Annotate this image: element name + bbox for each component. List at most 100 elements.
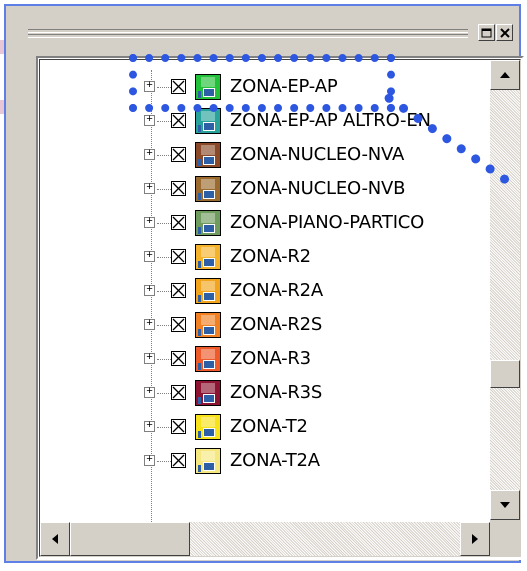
visibility-checkbox[interactable]	[171, 317, 186, 332]
visibility-checkbox[interactable]	[171, 79, 186, 94]
layer-color-swatch[interactable]	[195, 142, 221, 168]
layer-row[interactable]: + ZONA-R3	[40, 342, 500, 376]
expand-icon[interactable]: +	[144, 455, 155, 466]
layer-color-swatch[interactable]	[195, 74, 221, 100]
layer-row[interactable]: + ZONA-R2S	[40, 308, 500, 342]
checkbox-x-icon	[172, 216, 185, 229]
layer-tree: + ZONA-EP-AP + ZONA-EP-AP ALTRO-EN + ZONA-NUC…	[36, 56, 524, 560]
checkbox-x-icon	[172, 386, 185, 399]
layer-row[interactable]: + ZONA-EP-AP ALTRO-EN	[40, 104, 500, 138]
expand-icon[interactable]: +	[144, 421, 155, 432]
tree-branch	[157, 359, 171, 360]
tree-branch	[157, 427, 171, 428]
panel-grip[interactable]	[28, 26, 468, 40]
layer-row[interactable]: + ZONA-T2	[40, 410, 500, 444]
layer-color-swatch[interactable]	[195, 210, 221, 236]
checkbox-x-icon	[172, 352, 185, 365]
expand-icon[interactable]: +	[144, 149, 155, 160]
tree-branch	[157, 257, 171, 258]
layer-color-swatch[interactable]	[195, 346, 221, 372]
layer-color-swatch[interactable]	[195, 312, 221, 338]
visibility-checkbox[interactable]	[171, 283, 186, 298]
tree-branch	[157, 325, 171, 326]
expand-icon[interactable]: +	[144, 217, 155, 228]
checkbox-x-icon	[172, 114, 185, 127]
arrow-down-icon	[500, 502, 510, 508]
layer-row[interactable]: + ZONA-R3S	[40, 376, 500, 410]
layer-color-swatch[interactable]	[195, 244, 221, 270]
tree-branch	[157, 291, 171, 292]
layer-color-swatch[interactable]	[195, 448, 221, 474]
layer-color-swatch[interactable]	[195, 380, 221, 406]
layer-name[interactable]: ZONA-EP-AP ALTRO-EN	[230, 110, 431, 131]
scrollbar-corner	[490, 520, 520, 556]
layer-name[interactable]: ZONA-PIANO-PARTICO	[230, 212, 424, 233]
layer-name[interactable]: ZONA-EP-AP	[230, 76, 338, 97]
visibility-checkbox[interactable]	[171, 113, 186, 128]
visibility-checkbox[interactable]	[171, 181, 186, 196]
restore-icon	[481, 28, 492, 37]
layer-name[interactable]: ZONA-R3	[230, 348, 311, 369]
close-button[interactable]	[496, 24, 513, 41]
layer-name[interactable]: ZONA-NUCLEO-NVA	[230, 144, 404, 165]
layer-color-swatch[interactable]	[195, 414, 221, 440]
expand-icon[interactable]: +	[144, 353, 155, 364]
tree-branch	[157, 189, 171, 190]
checkbox-x-icon	[172, 182, 185, 195]
expand-icon[interactable]: +	[144, 183, 155, 194]
layer-color-swatch[interactable]	[195, 278, 221, 304]
visibility-checkbox[interactable]	[171, 351, 186, 366]
layer-name[interactable]: ZONA-R2	[230, 246, 311, 267]
checkbox-x-icon	[172, 250, 185, 263]
layer-color-swatch[interactable]	[195, 108, 221, 134]
layer-row[interactable]: + ZONA-T2A	[40, 444, 500, 478]
layer-row[interactable]: + ZONA-NUCLEO-NVB	[40, 172, 500, 206]
checkbox-x-icon	[172, 148, 185, 161]
expand-icon[interactable]: +	[144, 115, 155, 126]
arrow-up-icon	[500, 72, 510, 78]
visibility-checkbox[interactable]	[171, 215, 186, 230]
arrow-left-icon	[52, 534, 58, 544]
layer-row[interactable]: + ZONA-NUCLEO-NVA	[40, 138, 500, 172]
layer-row[interactable]: + ZONA-EP-AP	[40, 70, 500, 104]
layer-name[interactable]: ZONA-R2A	[230, 280, 323, 301]
scroll-down-button[interactable]	[490, 490, 520, 520]
layer-row[interactable]: + ZONA-R2A	[40, 274, 500, 308]
visibility-checkbox[interactable]	[171, 385, 186, 400]
layer-row[interactable]: + ZONA-R2	[40, 240, 500, 274]
visibility-checkbox[interactable]	[171, 249, 186, 264]
layer-row[interactable]: + ZONA-PIANO-PARTICO	[40, 206, 500, 240]
restore-button[interactable]	[478, 24, 495, 41]
tree-branch	[157, 121, 171, 122]
layer-name[interactable]: ZONA-T2A	[230, 450, 320, 471]
expand-icon[interactable]: +	[144, 251, 155, 262]
close-icon	[499, 27, 510, 38]
checkbox-x-icon	[172, 284, 185, 297]
horizontal-scroll-thumb[interactable]	[70, 522, 190, 556]
layer-color-swatch[interactable]	[195, 176, 221, 202]
checkbox-x-icon	[172, 454, 185, 467]
expand-icon[interactable]: +	[144, 81, 155, 92]
layer-name[interactable]: ZONA-R2S	[230, 314, 322, 335]
scroll-right-button[interactable]	[460, 522, 490, 556]
layer-name[interactable]: ZONA-R3S	[230, 382, 322, 403]
visibility-checkbox[interactable]	[171, 419, 186, 434]
tree-branch	[157, 87, 171, 88]
visibility-checkbox[interactable]	[171, 147, 186, 162]
scroll-left-button[interactable]	[40, 522, 70, 556]
tree-branch	[157, 155, 171, 156]
expand-icon[interactable]: +	[144, 319, 155, 330]
layer-name[interactable]: ZONA-T2	[230, 416, 308, 437]
checkbox-x-icon	[172, 80, 185, 93]
layer-panel: + ZONA-EP-AP + ZONA-EP-AP ALTRO-EN + ZONA-NUC…	[4, 4, 524, 563]
layer-name[interactable]: ZONA-NUCLEO-NVB	[230, 178, 405, 199]
tree-branch	[157, 461, 171, 462]
tree-viewport: + ZONA-EP-AP + ZONA-EP-AP ALTRO-EN + ZONA-NUC…	[39, 59, 521, 557]
expand-icon[interactable]: +	[144, 285, 155, 296]
checkbox-x-icon	[172, 420, 185, 433]
expand-icon[interactable]: +	[144, 387, 155, 398]
visibility-checkbox[interactable]	[171, 453, 186, 468]
horizontal-scrollbar[interactable]	[40, 522, 490, 556]
arrow-right-icon	[472, 534, 478, 544]
tree-branch	[157, 223, 171, 224]
